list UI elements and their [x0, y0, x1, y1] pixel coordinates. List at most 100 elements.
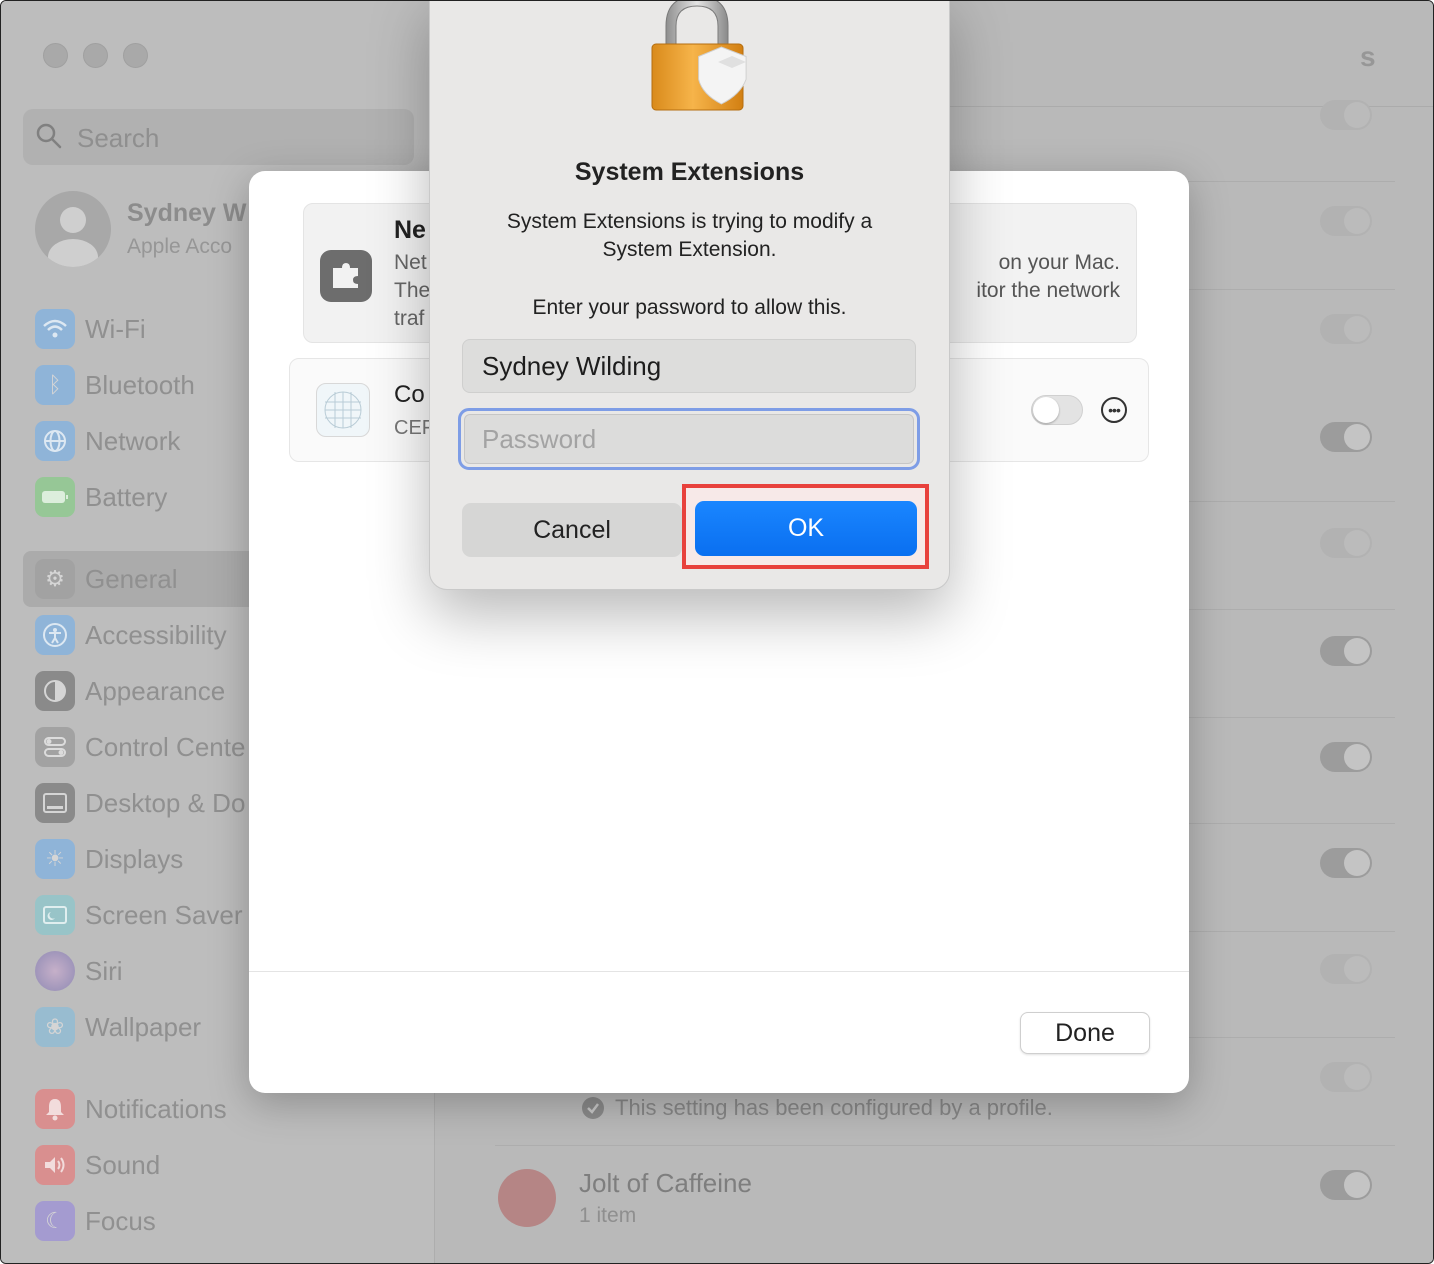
password-field-focus-ring [458, 408, 920, 470]
close-window-button[interactable] [43, 43, 68, 68]
extension-app-icon [316, 383, 370, 437]
extension-toggle[interactable] [1031, 395, 1083, 425]
dialog-message: System Extensions is trying to modify a … [506, 210, 873, 261]
sidebar-item-label: Wi-Fi [85, 313, 146, 344]
jolt-subtitle: 1 item [579, 1204, 637, 1227]
login-item-toggle[interactable] [1320, 1062, 1372, 1092]
sidebar-item-label: Siri [85, 955, 123, 986]
sidebar-item-screen-saver[interactable]: Screen Saver [35, 895, 243, 935]
search-icon [36, 123, 62, 149]
sidebar-item-focus[interactable]: ☾ Focus [35, 1201, 156, 1241]
row-divider [495, 1145, 1395, 1146]
minimize-window-button[interactable] [83, 43, 108, 68]
bell-icon [35, 1089, 75, 1129]
more-options-icon[interactable]: ••• [1101, 397, 1127, 423]
sidebar-item-label: Network [85, 425, 181, 456]
jolt-name: Jolt of Caffeine [579, 1168, 752, 1198]
password-field[interactable] [464, 414, 914, 464]
sidebar-item-control-center[interactable]: Control Cente [35, 727, 245, 767]
cancel-button[interactable]: Cancel [462, 503, 682, 557]
sidebar-item-network[interactable]: Network [35, 421, 180, 461]
screen-saver-icon [35, 895, 75, 935]
ok-button[interactable]: OK [695, 501, 917, 556]
account-avatar[interactable] [35, 191, 111, 267]
extension-name: Co [394, 381, 425, 408]
profile-note: This setting has been configured by a pr… [581, 1095, 1053, 1121]
login-item-toggle[interactable] [1320, 848, 1372, 878]
sidebar-item-appearance[interactable]: Appearance [35, 671, 225, 711]
dialog-title: System Extensions [574, 158, 805, 186]
sidebar-item-displays[interactable]: ☀ Displays [35, 839, 183, 879]
desktop-dock-icon [35, 783, 75, 823]
sheet-divider [249, 971, 1189, 972]
login-item-toggle[interactable] [1320, 742, 1372, 772]
sidebar-item-label: Appearance [85, 675, 226, 706]
sidebar-item-wallpaper[interactable]: ❀ Wallpaper [35, 1007, 201, 1047]
account-name[interactable]: Sydney W [127, 199, 246, 228]
zoom-window-button[interactable] [123, 43, 148, 68]
appearance-icon [35, 671, 75, 711]
window-title-fragment: s [1360, 41, 1376, 72]
puzzle-piece-icon [320, 250, 372, 302]
sun-icon: ☀ [35, 839, 75, 879]
sidebar-item-notifications[interactable]: Notifications [35, 1089, 227, 1129]
profile-note-text: This setting has been configured by a pr… [615, 1095, 1053, 1120]
account-subtitle: Apple Acco [127, 235, 233, 258]
login-item-toggle[interactable] [1320, 422, 1372, 452]
info-line: on your Mac. [998, 251, 1120, 274]
speaker-icon [35, 1145, 75, 1185]
login-item-toggle[interactable] [1320, 954, 1372, 984]
info-line: traf [394, 307, 425, 330]
sidebar-item-bluetooth[interactable]: ᛒ Bluetooth [35, 365, 195, 405]
sidebar-item-battery[interactable]: Battery [35, 477, 167, 517]
sidebar-item-label: Focus [85, 1205, 156, 1236]
system-settings-window: Search Sydney W Apple Acco Wi-Fi ᛒ Bluet… [0, 0, 1434, 1264]
login-item-toggle[interactable] [1320, 100, 1372, 130]
sidebar-item-label: Control Cente [85, 731, 246, 762]
username-field[interactable]: Sydney Wilding [462, 339, 916, 393]
sidebar-item-siri[interactable]: Siri [35, 951, 123, 991]
sidebar-item-label: Wallpaper [85, 1011, 202, 1042]
control-center-icon [35, 727, 75, 767]
gear-icon: ⚙ [35, 559, 75, 599]
sidebar-item-label: Screen Saver [85, 899, 243, 930]
login-item-toggle[interactable] [1320, 206, 1372, 236]
sidebar-item-label: Sound [85, 1149, 161, 1180]
extension-subtitle: CEF [394, 417, 434, 439]
info-line: Net [394, 251, 427, 274]
moon-icon: ☾ [35, 1201, 75, 1241]
login-item-toggle[interactable] [1320, 636, 1372, 666]
accessibility-icon [35, 615, 75, 655]
sidebar-item-label: Displays [85, 843, 184, 874]
sidebar-item-label: Desktop & Do [85, 787, 246, 818]
info-line: itor the network [976, 279, 1120, 302]
person-icon [48, 207, 98, 267]
sidebar-item-label: Battery [85, 481, 168, 512]
done-button[interactable]: Done [1020, 1012, 1150, 1054]
bluetooth-icon: ᛒ [35, 365, 75, 405]
sidebar-item-label: Bluetooth [85, 369, 195, 400]
wifi-icon [35, 309, 75, 349]
globe-icon [35, 421, 75, 461]
jolt-toggle[interactable] [1320, 1170, 1372, 1200]
dialog-prompt: Enter your password to allow this. [532, 296, 847, 319]
login-item-toggle[interactable] [1320, 528, 1372, 558]
info-title: Ne [394, 216, 426, 244]
checkmark-seal-icon [582, 1097, 604, 1119]
sidebar-item-label: General [85, 563, 178, 594]
sidebar-item-wifi[interactable]: Wi-Fi [35, 309, 146, 349]
sidebar-item-label: Accessibility [85, 619, 227, 650]
info-line: The [394, 279, 431, 302]
sidebar-item-general[interactable]: ⚙ General [35, 559, 178, 599]
sidebar-item-desktop-dock[interactable]: Desktop & Do [35, 783, 245, 823]
sidebar-item-label: Notifications [85, 1093, 227, 1124]
jolt-of-caffeine-icon [498, 1169, 556, 1227]
sidebar-item-sound[interactable]: Sound [35, 1145, 160, 1185]
battery-icon [35, 477, 75, 517]
siri-icon [35, 951, 75, 991]
login-item-toggle[interactable] [1320, 314, 1372, 344]
flower-icon: ❀ [35, 1007, 75, 1047]
sidebar-search-field[interactable]: Search [23, 109, 414, 165]
search-placeholder: Search [77, 123, 160, 153]
sidebar-item-accessibility[interactable]: Accessibility [35, 615, 227, 655]
